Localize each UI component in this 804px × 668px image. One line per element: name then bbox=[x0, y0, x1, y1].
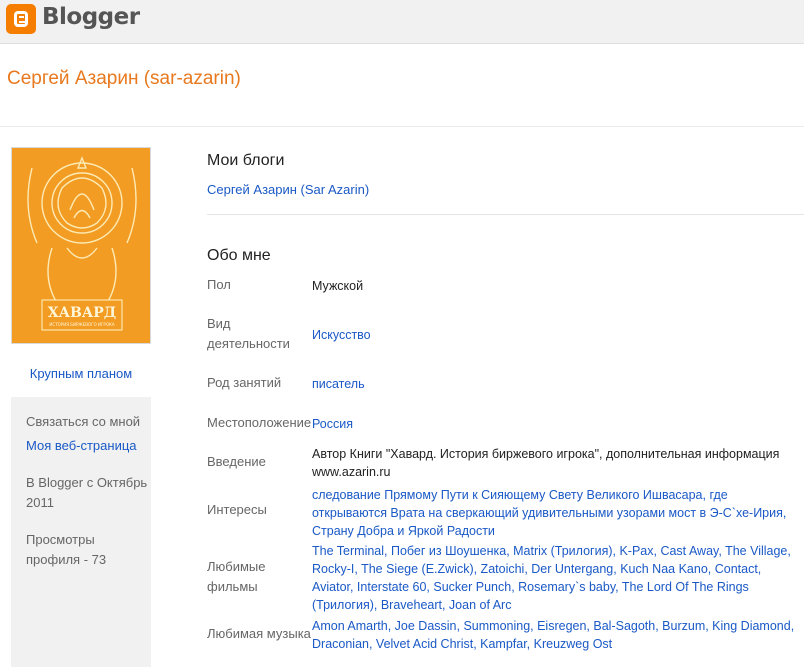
brand-name[interactable]: Blogger bbox=[42, 4, 140, 30]
occupation-value[interactable]: писатель bbox=[312, 375, 804, 393]
contact-text: Связаться со мной bbox=[26, 414, 141, 429]
profile-views: Просмотры профиля - 73 bbox=[26, 532, 107, 567]
music-value[interactable]: Amon Amarth, Joe Dassin, Summoning, Eisr… bbox=[312, 617, 804, 653]
interests-label: Интересы bbox=[207, 502, 267, 517]
profile-image[interactable]: ХАВАРД ИСТОРИЯ БИРЖЕВОГО ИГРОКА bbox=[11, 147, 151, 344]
interests-value[interactable]: следование Прямому Пути к Сияющему Свету… bbox=[312, 486, 804, 540]
section-divider bbox=[207, 214, 804, 215]
activity-value[interactable]: Искусство bbox=[312, 326, 804, 344]
gender-label: Пол bbox=[207, 277, 231, 292]
title-band: Сергей Азарин (sar-azarin) bbox=[0, 44, 804, 127]
location-label: Местоположение bbox=[207, 415, 312, 430]
music-label: Любимая музыка bbox=[207, 626, 311, 641]
top-bar: Blogger bbox=[0, 0, 804, 44]
activity-label: Вид деятельности bbox=[207, 316, 290, 351]
cover-subtitle: ИСТОРИЯ БИРЖЕВОГО ИГРОКА bbox=[49, 322, 114, 327]
sidebar-box: Связаться со мной Моя веб-страница В Blo… bbox=[11, 397, 151, 667]
intro-label: Введение bbox=[207, 454, 266, 469]
book-cover-art: ХАВАРД ИСТОРИЯ БИРЖЕВОГО ИГРОКА bbox=[12, 148, 150, 343]
cover-title: ХАВАРД bbox=[48, 305, 116, 321]
occupation-label: Род занятий bbox=[207, 375, 282, 390]
member-since: В Blogger с Октябрь 2011 bbox=[26, 475, 148, 510]
website-link[interactable]: Моя веб-страница bbox=[26, 436, 150, 456]
location-value[interactable]: Россия bbox=[312, 415, 804, 433]
blog-link[interactable]: Сергей Азарин (Sar Azarin) bbox=[207, 182, 369, 197]
movies-value[interactable]: The Terminal, Побег из Шоушенка, Matrix … bbox=[312, 542, 804, 614]
my-blogs-heading: Мои блоги bbox=[207, 152, 285, 169]
blogger-logo-icon[interactable] bbox=[6, 4, 36, 34]
intro-value: Автор Книги "Хавард. История биржевого и… bbox=[312, 447, 780, 479]
gender-value: Мужской bbox=[312, 279, 364, 293]
zoom-link[interactable]: Крупным планом bbox=[0, 366, 162, 381]
profile-title: Сергей Азарин (sar-azarin) bbox=[7, 68, 241, 89]
movies-label: Любимые фильмы bbox=[207, 559, 266, 594]
about-heading: Обо мне bbox=[207, 247, 271, 264]
